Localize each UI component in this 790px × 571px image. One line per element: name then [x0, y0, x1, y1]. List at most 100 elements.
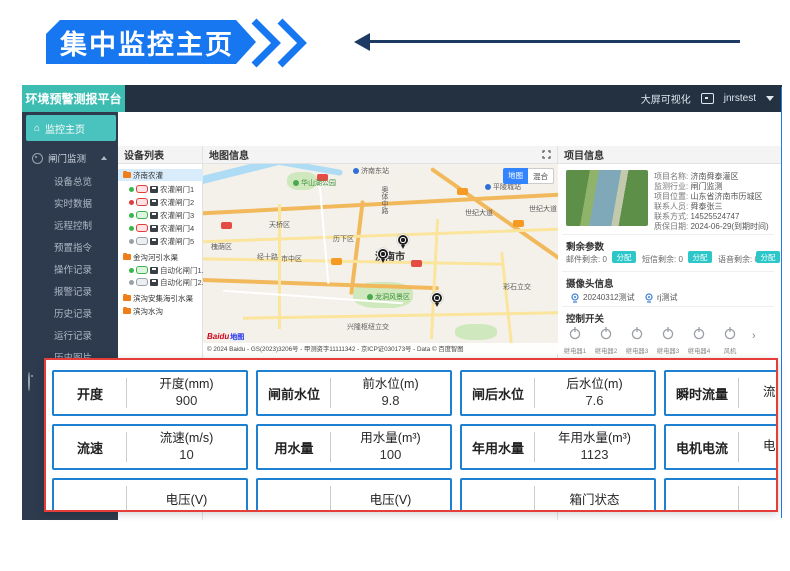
chevron-up-icon	[101, 153, 107, 160]
sidebar-item-device-overview[interactable]: 设备总览	[22, 171, 118, 191]
monitor-icon	[32, 153, 43, 164]
sidebar-item-alarm-log[interactable]: 报警记录	[22, 281, 118, 301]
status-badge	[136, 224, 148, 232]
sidebar-group-gate-monitoring[interactable]: 闸门监测	[22, 147, 118, 169]
folder-icon	[123, 172, 131, 178]
switch-relay-2[interactable]: 继电器2	[589, 326, 623, 355]
status-badge	[136, 198, 148, 206]
data-card-opening: 开度 开度(mm)900	[52, 370, 248, 416]
map-panel-title: 地图信息	[209, 147, 249, 162]
data-card-voltage-1: 电压(V)	[52, 478, 248, 512]
status-badge	[136, 266, 148, 274]
status-dot	[129, 280, 134, 285]
camera-item[interactable]: 20240312测试	[570, 292, 635, 303]
map-park	[455, 324, 497, 340]
project-photo	[566, 170, 648, 226]
status-dot	[129, 213, 134, 218]
device-group[interactable]: 济南农灌	[118, 169, 207, 181]
device-group[interactable]: 滨沟水沟	[118, 305, 207, 317]
chevron-right-icon[interactable]: ›	[752, 330, 756, 342]
baidu-logo: Baidu地图	[207, 332, 245, 342]
project-panel-title: 项目信息	[558, 146, 782, 164]
gate-data-overlay: 开度 开度(mm)900 闸前水位 前水位(m)9.8 闸后水位 后水位(m)7…	[44, 358, 778, 512]
device-item[interactable]: 农灌闸门1	[118, 183, 213, 195]
sidebar-item-home[interactable]: ⌂ 监控主页	[26, 115, 116, 141]
fullscreen-icon[interactable]	[542, 150, 551, 159]
map-copyright: © 2024 Baidu - GS(2023)3206号 - 甲测资字11111…	[203, 343, 558, 354]
power-icon	[661, 326, 675, 340]
remain-voice: 语音剩余: 0	[718, 254, 759, 265]
allocate-button[interactable]: 分配	[612, 251, 636, 263]
switch-fan[interactable]: 风机	[713, 326, 747, 355]
status-dot	[129, 187, 134, 192]
map-label: 龙洞风景区	[367, 292, 410, 302]
status-badge	[136, 185, 148, 193]
folder-icon	[123, 295, 131, 301]
device-item[interactable]: 农灌闸门2	[118, 196, 213, 208]
data-card-voltage-2: 电压(V)	[256, 478, 452, 512]
left-arrow-icon	[345, 33, 370, 51]
allocate-button[interactable]: 分配	[688, 251, 712, 263]
data-card-downstream-level: 闸后水位 后水位(m)7.6	[460, 370, 656, 416]
map-road	[500, 252, 512, 344]
status-badge	[136, 211, 148, 219]
screen-icon[interactable]	[701, 93, 714, 104]
switch-relay-1[interactable]: 继电器1	[558, 326, 592, 355]
power-icon	[723, 326, 737, 340]
device-panel-title: 设备列表	[118, 146, 202, 164]
camera-marker[interactable]	[397, 234, 409, 246]
data-card-yearly-usage: 年用水量 年用水量(m³)1123	[460, 424, 656, 470]
control-switch-title: 控制开关	[566, 311, 604, 325]
page: 集中监控主页 环境预警测报平台 大屏可视化 jnrstest 设备总数 52	[0, 0, 790, 571]
camera-icon	[570, 293, 580, 303]
map-road	[203, 278, 439, 290]
gate-device-icon	[150, 267, 158, 274]
data-card-instant-flow: 瞬时流量 流量	[664, 370, 778, 416]
status-badge	[136, 278, 148, 286]
sidebar-item-label: 监控主页	[45, 121, 85, 136]
baidu-map[interactable]: 济南东站 华山湖公园 平陵城站 世纪大道 世纪大道 天桥区 历下区 市中区 槐荫…	[203, 164, 558, 354]
map-label: 华山湖公园	[293, 178, 336, 188]
device-item[interactable]: 农灌闸门5	[118, 235, 213, 247]
sidebar-group-2[interactable]	[28, 373, 30, 391]
status-dot	[129, 226, 134, 231]
map-label: 兴隆枢纽立交	[347, 322, 389, 332]
allocate-button[interactable]: 分配	[756, 251, 780, 263]
sidebar-item-preset-command[interactable]: 预置指令	[22, 237, 118, 257]
device-item[interactable]: 农灌闸门3	[118, 209, 213, 221]
map-panel-header: 地图信息	[203, 146, 557, 164]
switch-relay-3[interactable]: 继电器3	[620, 326, 654, 355]
gate-device-icon	[150, 225, 158, 232]
map-label: 历下区	[333, 234, 354, 244]
arrow-line	[360, 40, 740, 43]
map-road	[349, 200, 365, 295]
map-road	[430, 219, 439, 339]
device-item[interactable]: 自动化闸门2...	[118, 276, 213, 288]
visualization-link[interactable]: 大屏可视化	[641, 91, 691, 106]
data-card-flow-speed: 流速 流速(m/s)10	[52, 424, 248, 470]
username[interactable]: jnrstest	[724, 93, 756, 104]
sidebar-item-operation-log[interactable]: 操作记录	[22, 259, 118, 279]
switch-relay-5[interactable]: 继电器4	[682, 326, 716, 355]
sidebar-item-remote-control[interactable]: 远程控制	[22, 215, 118, 235]
camera-marker[interactable]	[377, 248, 389, 260]
sidebar-item-run-log[interactable]: 运行记录	[22, 325, 118, 345]
map-river	[203, 164, 290, 185]
switch-relay-4[interactable]: 继电器3	[651, 326, 685, 355]
sidebar-item-history-log[interactable]: 历史记录	[22, 303, 118, 323]
device-item[interactable]: 自动化闸门1...	[118, 264, 213, 276]
remain-email: 邮件剩余: 0	[566, 254, 607, 265]
device-group[interactable]: 滨沟安集海引水渠	[118, 292, 207, 304]
sidebar-item-realtime-data[interactable]: 实时数据	[22, 193, 118, 213]
camera-icon	[644, 293, 654, 303]
device-group[interactable]: 金沟河引水渠	[118, 251, 207, 263]
folder-icon	[123, 308, 131, 314]
camera-marker[interactable]	[431, 292, 443, 304]
chevron-down-icon[interactable]	[766, 96, 774, 105]
map-label: 世纪大道	[529, 204, 557, 214]
camera-item[interactable]: rj测试	[644, 292, 677, 303]
map-type-hybrid[interactable]: 混合	[528, 168, 554, 184]
map-type-map[interactable]: 地图	[503, 168, 528, 184]
gate-device-icon	[150, 238, 158, 245]
device-item[interactable]: 农灌闸门4	[118, 222, 213, 234]
